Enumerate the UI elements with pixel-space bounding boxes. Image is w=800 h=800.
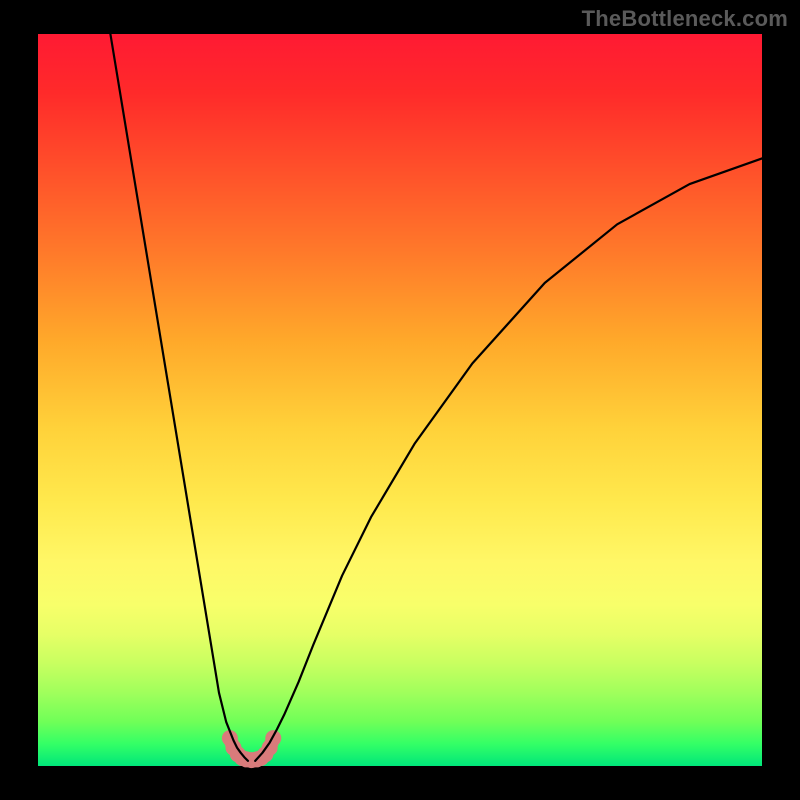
left-curve [110,34,248,761]
watermark-text: TheBottleneck.com [582,6,788,32]
chart-frame: TheBottleneck.com [0,0,800,800]
chart-svg [38,34,762,766]
right-curve [255,158,762,760]
